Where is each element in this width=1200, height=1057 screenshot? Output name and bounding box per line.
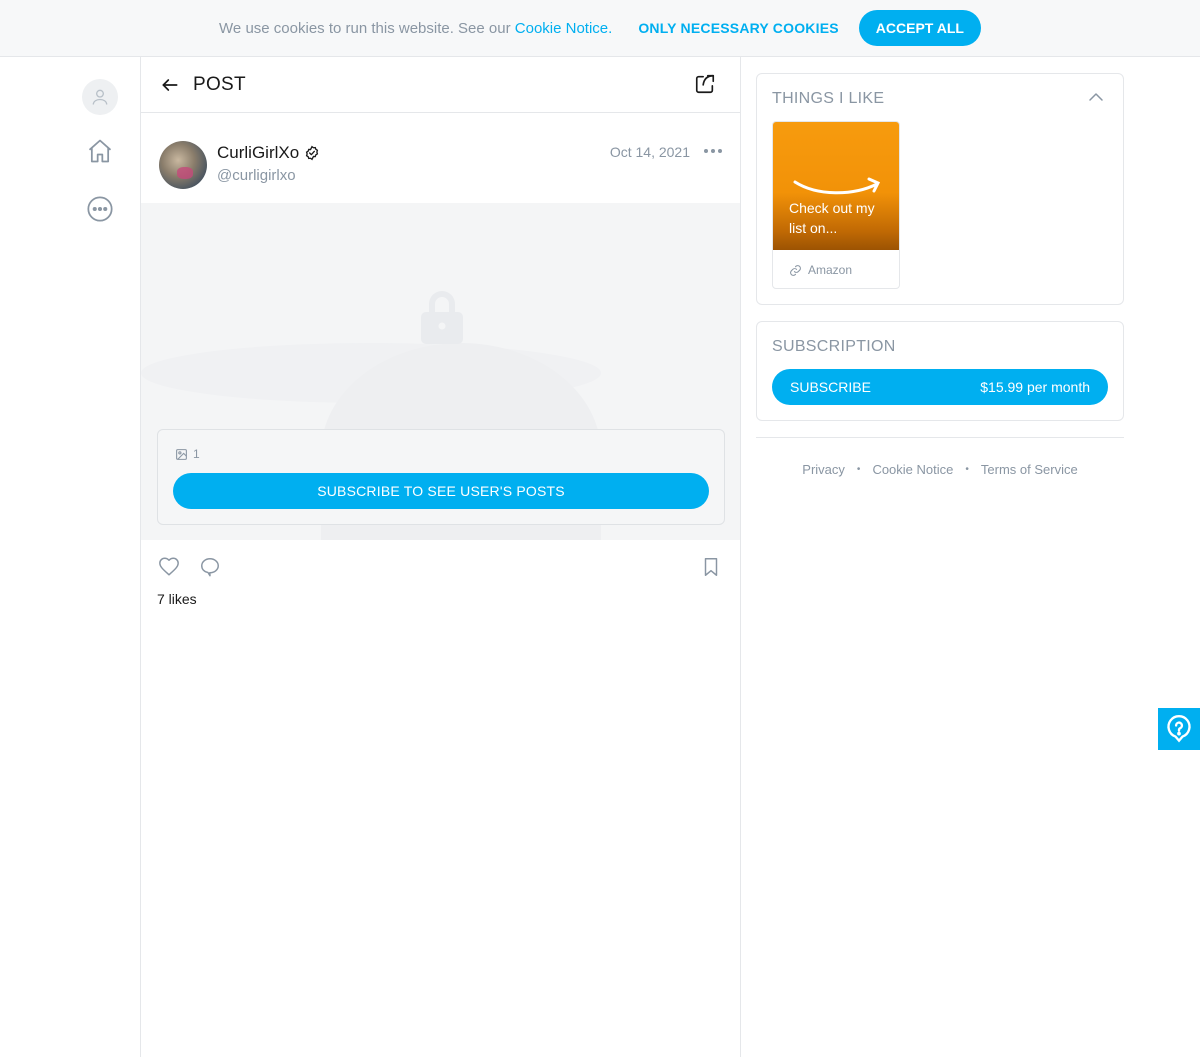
help-button[interactable] xyxy=(1158,708,1200,750)
cookie-banner: We use cookies to run this website. See … xyxy=(0,0,1200,57)
things-i-like-card: THINGS I LIKE Check out my list on... Am… xyxy=(756,73,1124,305)
wishlist-item[interactable]: Check out my list on... Amazon xyxy=(772,121,900,289)
footer-divider xyxy=(756,437,1124,438)
post-date: Oct 14, 2021 xyxy=(609,144,690,160)
bookmark-icon[interactable] xyxy=(700,556,722,578)
terms-of-service-link[interactable]: Terms of Service xyxy=(981,462,1078,477)
cookie-notice-footer-link[interactable]: Cookie Notice xyxy=(872,462,953,477)
privacy-link[interactable]: Privacy xyxy=(802,462,845,477)
chevron-up-icon[interactable] xyxy=(1087,90,1105,104)
cookie-notice-link[interactable]: Cookie Notice. xyxy=(515,20,613,37)
locked-media: 1 SUBSCRIBE TO SEE USER'S POSTS xyxy=(141,203,740,540)
footer-separator: • xyxy=(856,464,861,475)
wishlist-item-source-label: Amazon xyxy=(808,263,853,277)
subscription-price: $15.99 per month xyxy=(980,379,1090,395)
only-necessary-cookies-button[interactable]: ONLY NECESSARY COOKIES xyxy=(638,20,838,36)
help-icon xyxy=(1167,715,1191,743)
more-options-icon[interactable] xyxy=(84,193,116,225)
back-arrow-icon[interactable] xyxy=(159,74,181,96)
wishlist-item-source: Amazon xyxy=(773,250,899,288)
author-name-text[interactable]: CurliGirlXo xyxy=(217,143,299,163)
author-avatar[interactable] xyxy=(159,141,207,189)
media-count: 1 xyxy=(175,447,200,461)
subscribe-button[interactable]: SUBSCRIBE $15.99 per month xyxy=(772,369,1108,405)
page-title: POST xyxy=(193,73,246,95)
post-column: POST CurliGirlXo @curligirlxo Oct 14, 20… xyxy=(140,57,741,1057)
subscription-card: SUBSCRIPTION SUBSCRIBE $15.99 per month xyxy=(756,321,1124,421)
post-author-row: CurliGirlXo @curligirlxo Oct 14, 2021 xyxy=(141,113,740,203)
comment-icon[interactable] xyxy=(199,556,221,578)
subscribe-to-unlock-box: 1 SUBSCRIBE TO SEE USER'S POSTS xyxy=(157,429,725,525)
amazon-smile-icon xyxy=(793,177,881,195)
author-name[interactable]: CurliGirlXo xyxy=(217,143,320,163)
author-handle[interactable]: @curligirlxo xyxy=(217,167,296,184)
amazon-thumbnail: Check out my list on... xyxy=(773,122,899,250)
share-icon[interactable] xyxy=(694,73,718,97)
subscription-title: SUBSCRIPTION xyxy=(772,338,896,355)
verified-badge-icon xyxy=(306,145,319,161)
things-i-like-title: THINGS I LIKE xyxy=(772,90,885,107)
image-icon xyxy=(176,448,187,460)
cookie-banner-text: We use cookies to run this website. See … xyxy=(219,19,613,37)
left-sidebar xyxy=(0,57,140,1057)
footer-separator: • xyxy=(965,464,969,475)
post-actions xyxy=(141,540,740,594)
post-header: POST xyxy=(141,57,740,113)
subscribe-to-see-posts-button[interactable]: SUBSCRIBE TO SEE USER'S POSTS xyxy=(173,473,709,509)
user-avatar-icon[interactable] xyxy=(82,79,118,115)
footer-links: Privacy • Cookie Notice • Terms of Servi… xyxy=(756,462,1124,477)
accept-all-cookies-button[interactable]: ACCEPT ALL xyxy=(858,10,981,46)
home-icon[interactable] xyxy=(84,135,116,167)
subscribe-button-label: SUBSCRIBE xyxy=(790,379,871,395)
post-more-options-icon[interactable] xyxy=(704,149,722,155)
wishlist-item-caption: Check out my list on... xyxy=(789,200,875,236)
lock-icon xyxy=(421,291,463,344)
media-count-value: 1 xyxy=(193,447,200,461)
likes-count[interactable]: 7 likes xyxy=(157,591,197,607)
heart-icon[interactable] xyxy=(158,556,180,578)
link-icon xyxy=(790,264,801,276)
